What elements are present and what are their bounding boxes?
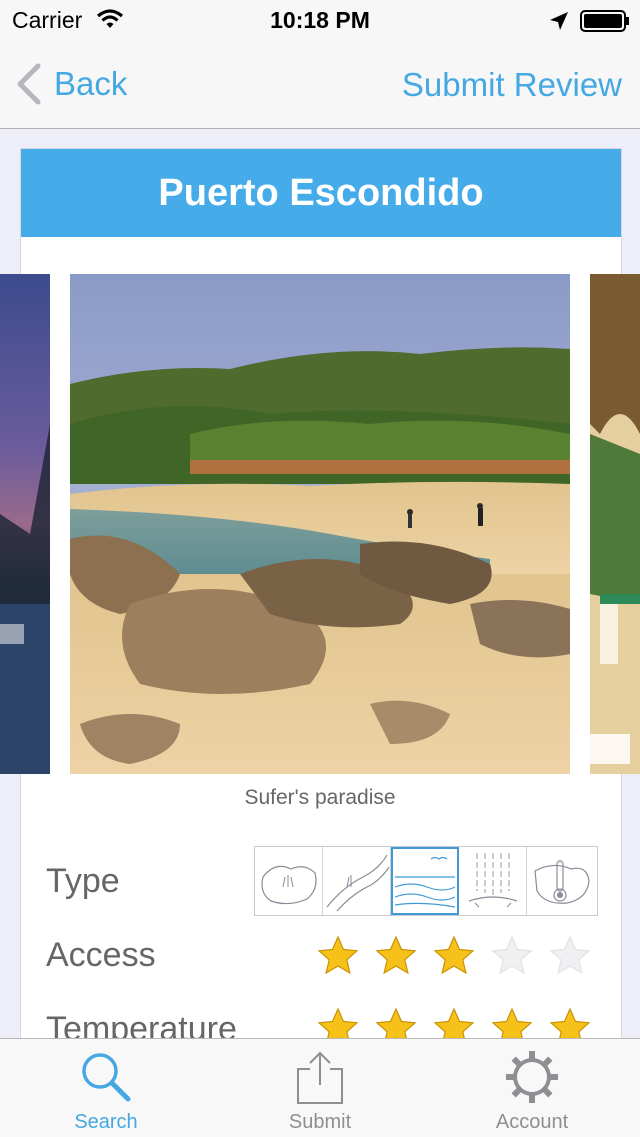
photo-carousel[interactable] xyxy=(0,274,640,774)
chevron-left-icon xyxy=(17,63,41,105)
type-label: Type xyxy=(46,862,120,900)
type-selector xyxy=(254,846,598,916)
tab-submit-label: Submit xyxy=(288,1111,352,1133)
waterfall-icon xyxy=(468,853,518,908)
previous-photo[interactable] xyxy=(0,274,50,774)
river-type-option[interactable] xyxy=(323,847,391,915)
sea-type-option[interactable] xyxy=(391,847,459,915)
star-filled-icon[interactable] xyxy=(316,934,360,978)
tab-bar: Search Submit Account xyxy=(0,1038,640,1137)
tab-search[interactable]: Search xyxy=(26,1039,186,1137)
back-label: Back xyxy=(54,65,128,102)
lake-icon xyxy=(261,865,317,905)
star-filled-icon[interactable] xyxy=(432,934,476,978)
location-arrow-icon xyxy=(550,12,568,30)
navigation-bar: Back Submit Review xyxy=(0,40,640,129)
hot-spring-icon xyxy=(534,860,590,904)
hot-spring-type-option[interactable] xyxy=(527,847,595,915)
battery-icon xyxy=(580,10,629,32)
share-icon xyxy=(297,1051,343,1104)
sea-icon xyxy=(394,856,456,908)
status-bar: Carrier 10:18 PM xyxy=(0,0,640,40)
search-icon xyxy=(82,1053,131,1102)
submit-review-button[interactable]: Submit Review xyxy=(402,66,622,104)
photo-caption: Sufer's paradise xyxy=(244,786,396,809)
star-empty-icon[interactable] xyxy=(548,934,592,978)
waterfall-type-option[interactable] xyxy=(459,847,527,915)
access-label: Access xyxy=(46,936,156,974)
star-filled-icon[interactable] xyxy=(374,934,418,978)
tab-submit[interactable]: Submit xyxy=(240,1039,400,1137)
status-time: 10:18 PM xyxy=(270,7,370,33)
star-empty-icon[interactable] xyxy=(490,934,534,978)
access-stars xyxy=(316,934,592,978)
place-title: Puerto Escondido xyxy=(21,149,621,237)
gear-icon xyxy=(506,1051,558,1103)
main-photo[interactable] xyxy=(70,274,570,774)
river-icon xyxy=(326,854,390,912)
lake-type-option[interactable] xyxy=(255,847,323,915)
tab-search-label: Search xyxy=(74,1111,138,1133)
tab-account-label: Account xyxy=(495,1111,569,1133)
back-button[interactable]: Back xyxy=(14,62,127,106)
next-photo[interactable] xyxy=(590,274,640,774)
tab-account[interactable]: Account xyxy=(452,1039,612,1137)
